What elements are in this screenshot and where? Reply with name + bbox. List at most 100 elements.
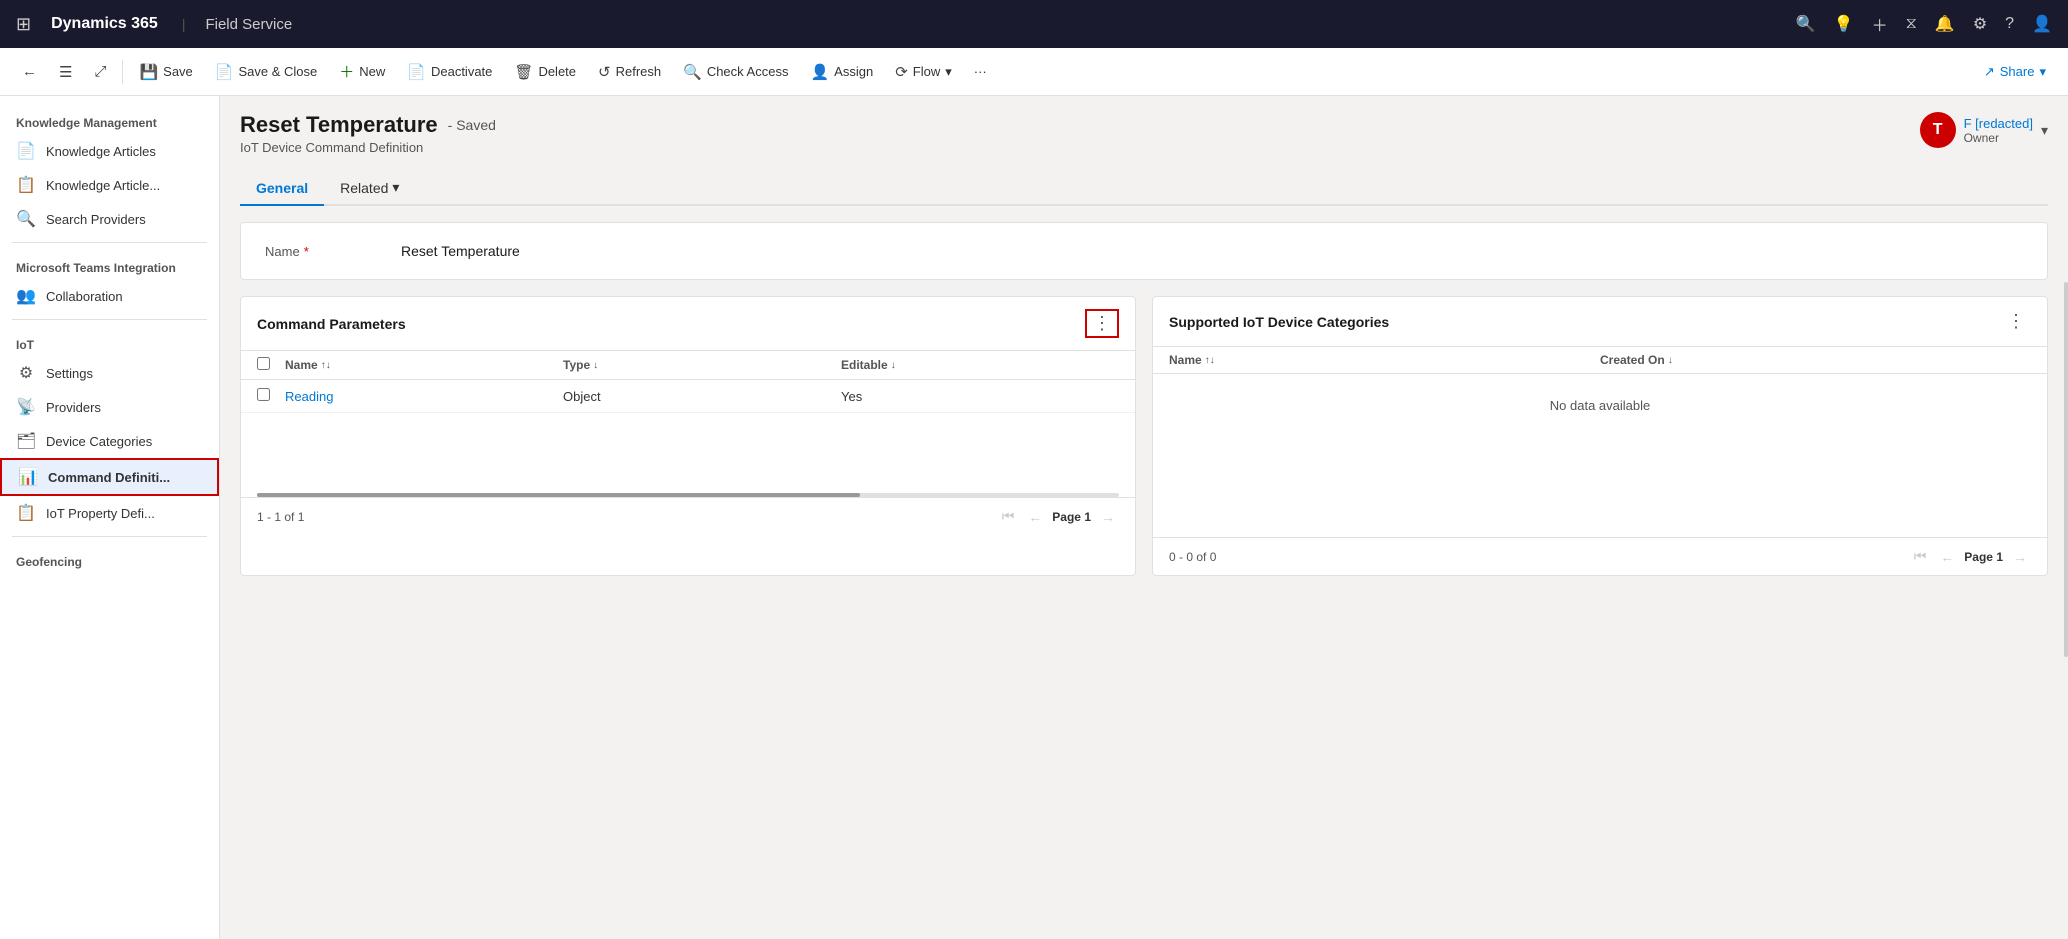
- delete-button[interactable]: 🗑 Delete: [504, 58, 586, 86]
- sidebar-divider-2: [12, 319, 207, 320]
- supported-iot-title: Supported IoT Device Categories: [1169, 314, 1389, 330]
- sidebar-item-device-categories[interactable]: 🗂 Device Categories: [0, 424, 219, 458]
- waffle-icon[interactable]: ⊞: [16, 14, 31, 35]
- supported-iot-footer: 0 - 0 of 0 ⏮ ← Page 1 →: [1153, 537, 2047, 575]
- first-page-button[interactable]: ⏮: [998, 506, 1019, 527]
- flow-icon: ⟳: [895, 63, 908, 81]
- name-form-card: Name * Reset Temperature: [240, 222, 2048, 280]
- sidebar-item-search-providers[interactable]: 🔍 Search Providers: [0, 202, 219, 236]
- collaboration-icon: 👥: [16, 286, 36, 306]
- sidebar-item-iot-property-definitions[interactable]: 📋 IoT Property Defi...: [0, 496, 219, 530]
- refresh-button[interactable]: ↺ Refresh: [588, 58, 671, 86]
- name-form-row: Name * Reset Temperature: [265, 243, 2023, 259]
- record-title-group: Reset Temperature - Saved IoT Device Com…: [240, 112, 496, 155]
- top-navigation: ⊞ Dynamics 365 | Field Service 🔍 💡 ＋ ⧖ 🔔…: [0, 0, 2068, 48]
- iot-name-col-header[interactable]: Name ↑↓: [1169, 353, 1600, 367]
- sidebar-item-knowledge-article-templates[interactable]: 📋 Knowledge Article...: [0, 168, 219, 202]
- lightbulb-icon[interactable]: 💡: [1834, 14, 1854, 34]
- sidebar-divider-1: [12, 242, 207, 243]
- no-data-message: No data available: [1153, 374, 2047, 437]
- name-label: Name *: [265, 244, 385, 259]
- select-all-input[interactable]: [257, 357, 270, 370]
- type-cell: Object: [563, 389, 841, 404]
- iot-next-page-button[interactable]: →: [2009, 547, 2031, 567]
- record-header: Reset Temperature - Saved IoT Device Com…: [240, 112, 2048, 155]
- command-params-title: Command Parameters: [257, 316, 406, 332]
- check-access-button[interactable]: 🔍 Check Access: [673, 58, 798, 86]
- user-icon[interactable]: 👤: [2032, 14, 2052, 34]
- list-view-button[interactable]: ☰: [49, 58, 82, 86]
- expand-button[interactable]: ⤢: [84, 58, 116, 85]
- expand-icon: ⤢: [94, 63, 106, 80]
- select-all-checkbox[interactable]: [257, 357, 281, 373]
- iot-createdon-sort-icon: ↓: [1668, 355, 1673, 366]
- iot-first-page-button[interactable]: ⏮: [1910, 546, 1931, 567]
- owner-name[interactable]: F [redacted]: [1964, 116, 2033, 131]
- sidebar-item-label: Knowledge Articles: [46, 144, 156, 159]
- name-col-header[interactable]: Name ↑↓: [285, 357, 563, 373]
- command-params-footer: 1 - 1 of 1 ⏮ ← Page 1 →: [241, 497, 1135, 535]
- command-params-more-button[interactable]: ⋮: [1085, 309, 1119, 338]
- save-close-icon: 📄: [215, 63, 234, 81]
- filter-icon[interactable]: ⧖: [1906, 15, 1917, 33]
- help-icon[interactable]: ?: [2005, 15, 2014, 33]
- name-value[interactable]: Reset Temperature: [401, 243, 520, 259]
- reading-link[interactable]: Reading: [285, 389, 563, 404]
- app-name: Field Service: [205, 16, 292, 33]
- owner-area: T F [redacted] Owner ▾: [1920, 112, 2048, 148]
- owner-chevron-icon[interactable]: ▾: [2041, 122, 2048, 139]
- sidebar-item-collaboration[interactable]: 👥 Collaboration: [0, 279, 219, 313]
- add-icon[interactable]: ＋: [1872, 12, 1888, 36]
- pager-controls: ⏮ ← Page 1 →: [998, 506, 1119, 527]
- sidebar-item-label: Command Definiti...: [48, 470, 170, 485]
- sidebar-item-knowledge-articles[interactable]: 📄 Knowledge Articles: [0, 134, 219, 168]
- assign-button[interactable]: 👤 Assign: [800, 58, 883, 86]
- assign-icon: 👤: [810, 63, 829, 81]
- iot-property-icon: 📋: [16, 503, 36, 523]
- iot-pagination-info: 0 - 0 of 0: [1169, 550, 1216, 564]
- tab-general[interactable]: General: [240, 172, 324, 206]
- notification-icon[interactable]: 🔔: [1935, 14, 1955, 34]
- iot-prev-page-button[interactable]: ←: [1936, 547, 1958, 567]
- row-checkbox-input[interactable]: [257, 388, 270, 401]
- content-area: Reset Temperature - Saved IoT Device Com…: [220, 96, 2068, 939]
- sidebar-divider-3: [12, 536, 207, 537]
- required-indicator: *: [304, 244, 309, 259]
- iot-createdon-col-header[interactable]: Created On ↓: [1600, 353, 2031, 367]
- sidebar-item-providers[interactable]: 📡 Providers: [0, 390, 219, 424]
- sidebar-item-label: Collaboration: [46, 289, 123, 304]
- sidebar-item-settings[interactable]: ⚙ Settings: [0, 356, 219, 390]
- saved-status: - Saved: [448, 117, 496, 133]
- sidebar-section-knowledge: Knowledge Management: [0, 104, 219, 134]
- sidebar: Knowledge Management 📄 Knowledge Article…: [0, 96, 220, 939]
- save-button[interactable]: 💾 Save: [129, 58, 202, 86]
- providers-icon: 📡: [16, 397, 36, 417]
- next-page-button[interactable]: →: [1097, 507, 1119, 527]
- settings-icon[interactable]: ⚙: [1973, 14, 1987, 34]
- tables-section: Command Parameters ⋮ Name ↑↓ Type ↓: [240, 296, 2048, 576]
- save-close-button[interactable]: 📄 Save & Close: [205, 58, 327, 86]
- prev-page-button[interactable]: ←: [1024, 507, 1046, 527]
- editable-sort-icon: ↓: [891, 360, 896, 371]
- supported-iot-card: Supported IoT Device Categories ⋮ Name ↑…: [1152, 296, 2048, 576]
- nav-separator: |: [182, 16, 186, 32]
- sidebar-item-label: Device Categories: [46, 434, 152, 449]
- row-checkbox[interactable]: [257, 388, 281, 404]
- command-params-header: Command Parameters ⋮: [241, 297, 1135, 351]
- editable-col-header[interactable]: Editable ↓: [841, 357, 1119, 373]
- sidebar-item-command-definitions[interactable]: 📊 Command Definiti...: [0, 458, 219, 496]
- tab-related[interactable]: Related ▾: [324, 171, 415, 206]
- sidebar-item-label: Search Providers: [46, 212, 146, 227]
- share-button[interactable]: ↗ Share ▾: [1974, 59, 2056, 85]
- supported-iot-more-button[interactable]: ⋮: [2001, 309, 2031, 334]
- deactivate-button[interactable]: 📄 Deactivate: [397, 58, 502, 86]
- pagination-info: 1 - 1 of 1: [257, 510, 304, 524]
- flow-button[interactable]: ⟳ Flow ▾: [885, 58, 962, 86]
- more-button[interactable]: ···: [964, 59, 997, 84]
- search-icon[interactable]: 🔍: [1796, 14, 1816, 34]
- owner-avatar: T: [1920, 112, 1956, 148]
- refresh-icon: ↺: [598, 63, 611, 81]
- type-col-header[interactable]: Type ↓: [563, 357, 841, 373]
- back-button[interactable]: ←: [12, 58, 47, 85]
- new-button[interactable]: ＋ New: [329, 56, 395, 87]
